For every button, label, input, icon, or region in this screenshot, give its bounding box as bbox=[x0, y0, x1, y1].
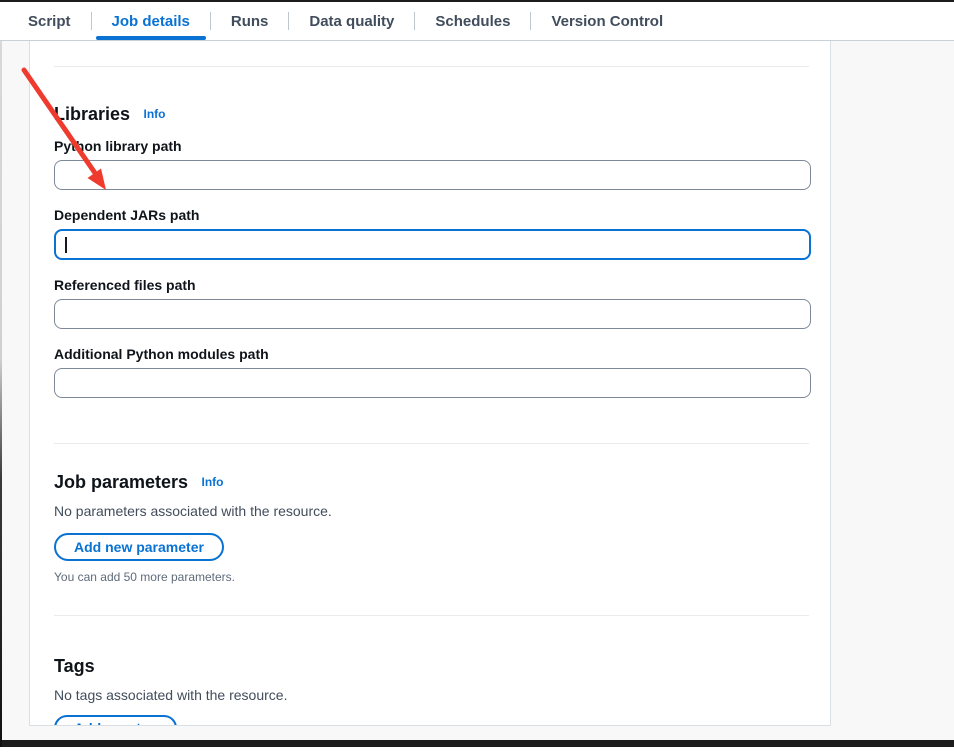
python-library-path-input[interactable] bbox=[54, 160, 811, 190]
python-library-path-control bbox=[54, 160, 811, 190]
tab-script[interactable]: Script bbox=[8, 2, 91, 40]
additional-python-modules-path-label: Additional Python modules path bbox=[54, 345, 809, 363]
libraries-section-header: Libraries Info bbox=[54, 103, 809, 127]
tags-title: Tags bbox=[54, 656, 95, 676]
job-parameters-title: Job parameters bbox=[54, 472, 188, 492]
page-body: Libraries Info Python library path Depen… bbox=[0, 41, 954, 740]
section-divider bbox=[54, 615, 809, 616]
referenced-files-path-input[interactable] bbox=[54, 299, 811, 329]
python-library-path-label: Python library path bbox=[54, 137, 809, 155]
job-details-panel: Libraries Info Python library path Depen… bbox=[29, 41, 831, 726]
referenced-files-path-control bbox=[54, 299, 811, 329]
tags-section-header: Tags bbox=[54, 655, 809, 679]
libraries-info-link[interactable]: Info bbox=[144, 103, 166, 125]
job-parameters-empty-text: No parameters associated with the resour… bbox=[54, 501, 809, 521]
section-divider bbox=[54, 66, 809, 67]
additional-python-modules-path-input[interactable] bbox=[54, 368, 811, 398]
additional-python-modules-path-control bbox=[54, 368, 811, 398]
tags-empty-text: No tags associated with the resource. bbox=[54, 685, 809, 705]
window-left-edge bbox=[0, 41, 2, 747]
window-bottom-edge bbox=[0, 740, 954, 747]
add-new-tag-button[interactable]: Add new tag bbox=[54, 715, 177, 726]
tab-runs[interactable]: Runs bbox=[211, 2, 289, 40]
tab-data-quality[interactable]: Data quality bbox=[289, 2, 414, 40]
dependent-jars-path-input[interactable] bbox=[54, 229, 811, 260]
section-divider bbox=[54, 443, 809, 444]
dependent-jars-path-label: Dependent JARs path bbox=[54, 206, 809, 224]
tab-schedules[interactable]: Schedules bbox=[415, 2, 530, 40]
tab-job-details[interactable]: Job details bbox=[92, 2, 210, 40]
job-parameters-info-link[interactable]: Info bbox=[202, 471, 224, 493]
libraries-title: Libraries bbox=[54, 104, 130, 124]
dependent-jars-path-control bbox=[54, 229, 811, 260]
text-cursor bbox=[65, 237, 67, 253]
tab-bar: Script Job details Runs Data quality Sch… bbox=[0, 2, 954, 41]
tab-version-control[interactable]: Version Control bbox=[531, 2, 683, 40]
add-new-parameter-button[interactable]: Add new parameter bbox=[54, 533, 224, 561]
referenced-files-path-label: Referenced files path bbox=[54, 276, 809, 294]
parameters-limit-note: You can add 50 more parameters. bbox=[54, 569, 809, 585]
job-parameters-section-header: Job parameters Info bbox=[54, 471, 809, 495]
